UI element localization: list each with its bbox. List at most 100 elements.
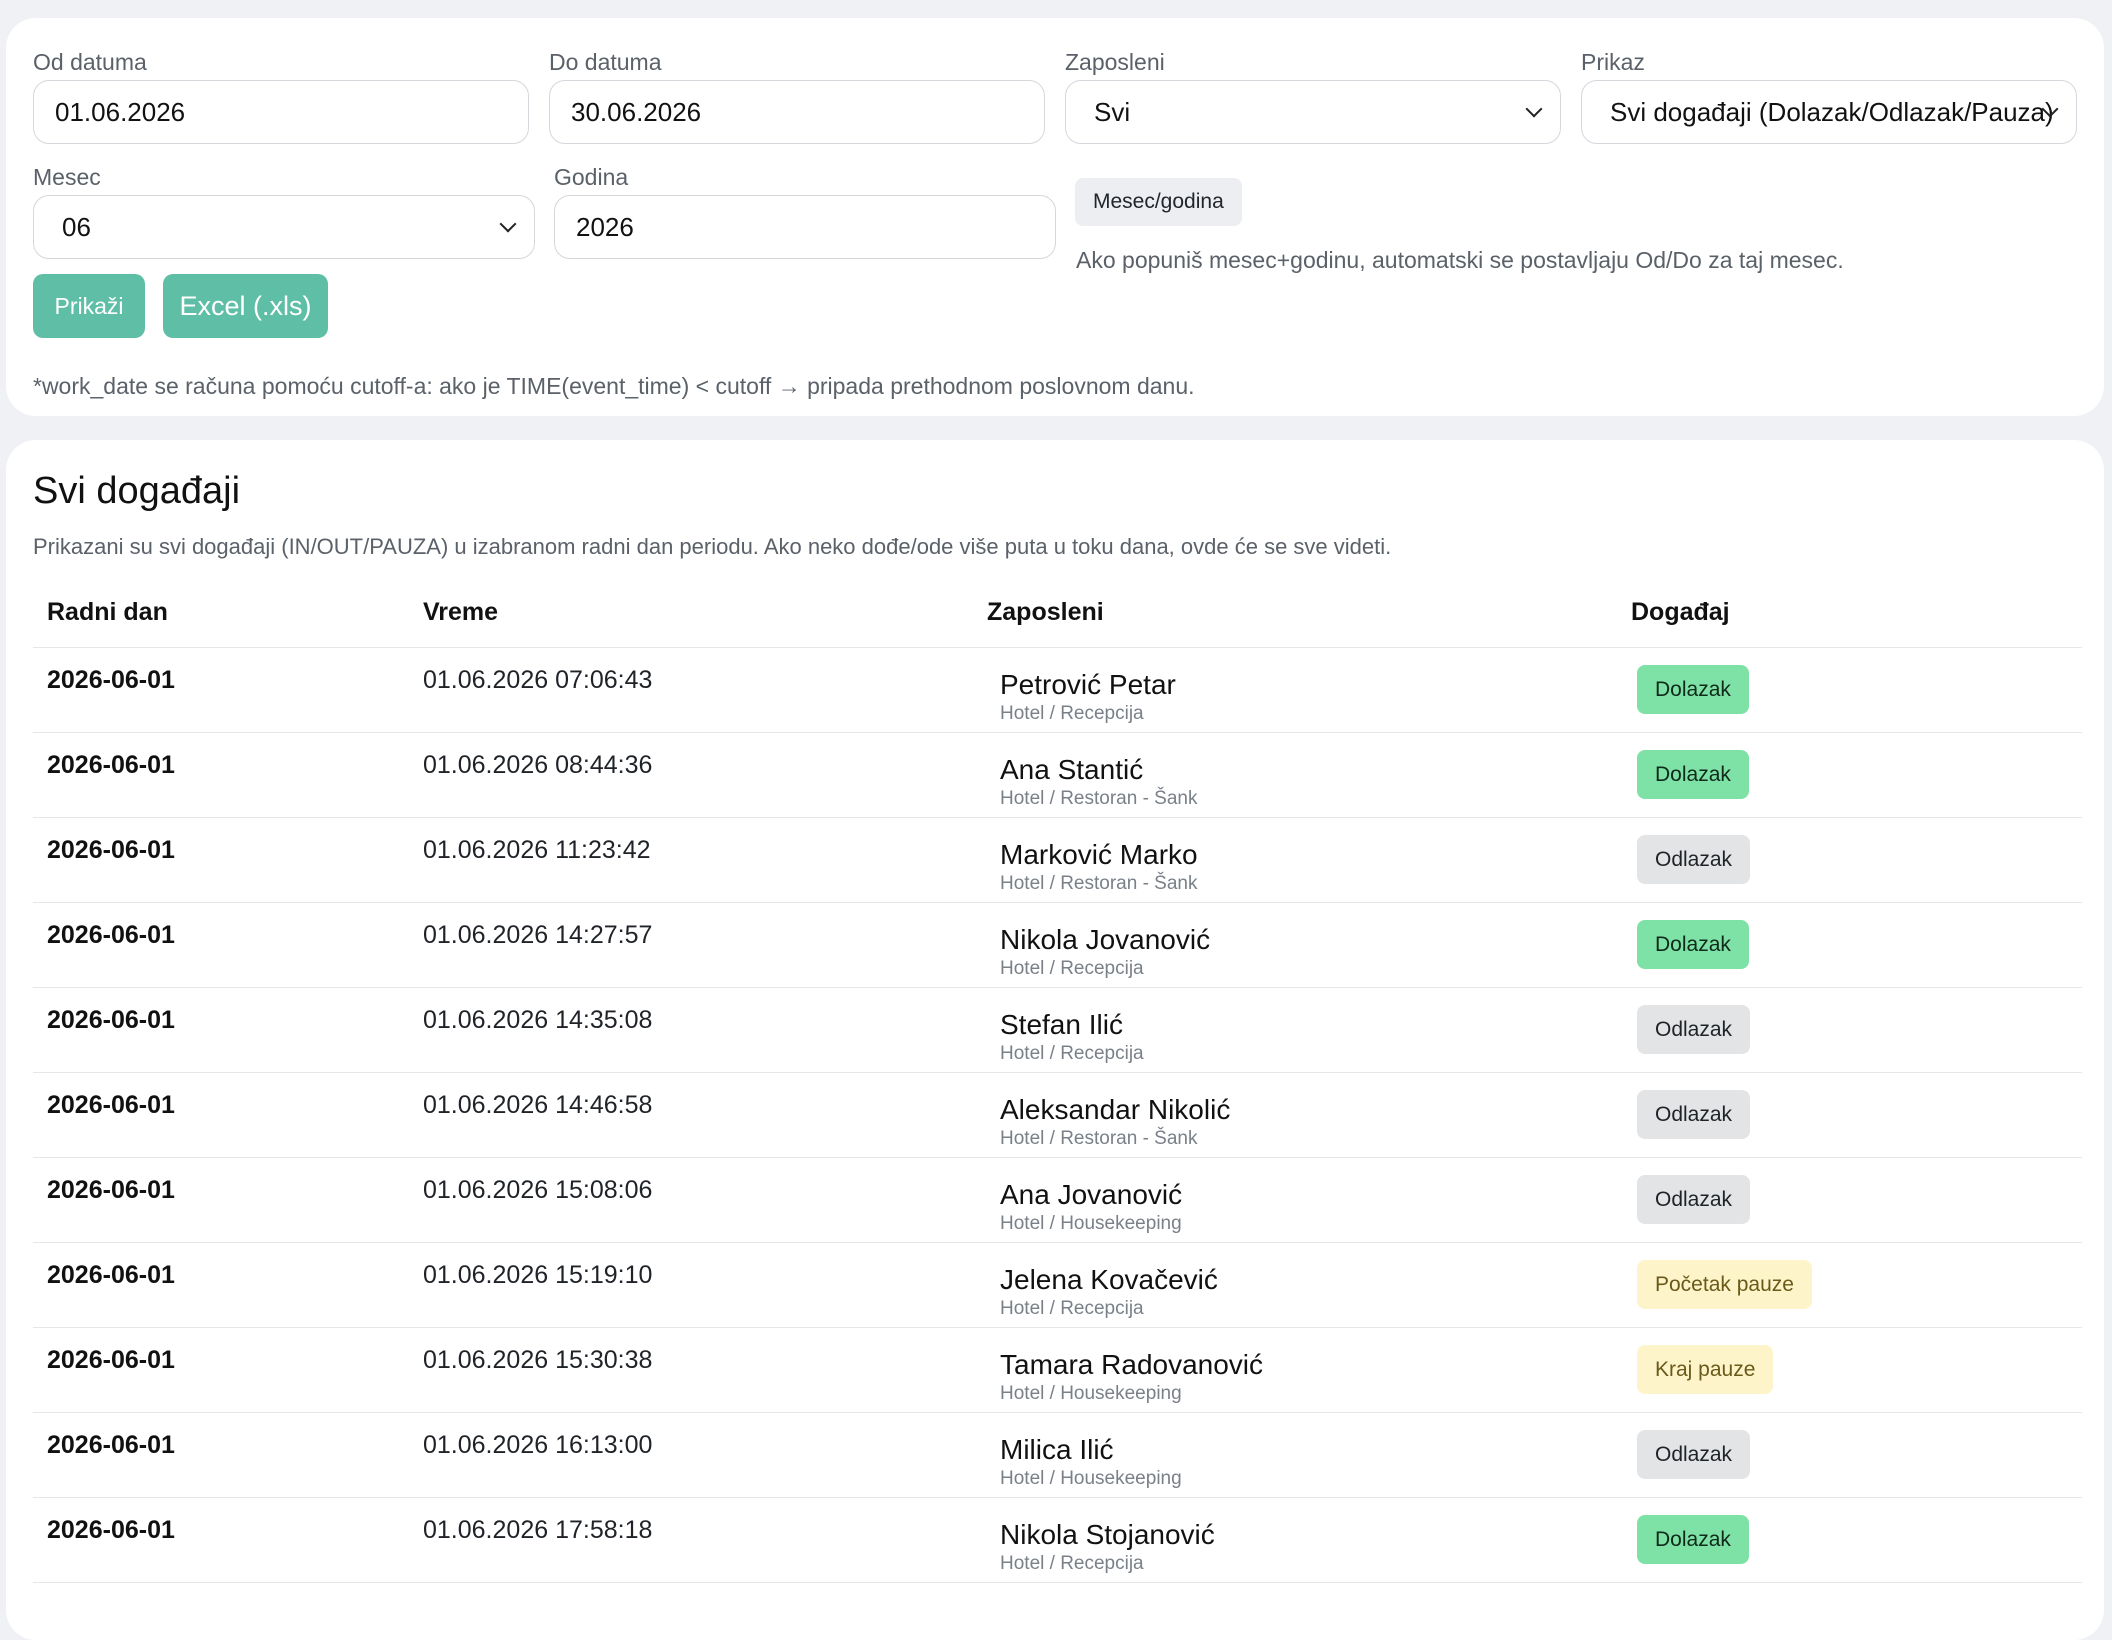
cutoff-note: *work_date se računa pomoću cutoff-a: ak… [33,373,1195,399]
column-header-radni-dan: Radni dan [47,598,168,626]
zaposleni-select[interactable]: Svi [1065,80,1561,144]
table-row: 2026-06-01 01.06.2026 11:23:42 Marković Ma… [33,818,2082,903]
employee-department: Hotel / Recepcija [1000,1298,1144,1319]
prikaz-select-value: Svi događaji (Dolazak/Odlazak/Pauza) [1610,96,2054,127]
vreme-cell: 01.06.2026 15:30:38 [423,1346,653,1374]
do-datuma-input[interactable]: 30.06.2026 [549,80,1045,144]
vreme-cell: 01.06.2026 16:13:00 [423,1431,653,1459]
employee-name: Marković Marko [1000,839,1198,870]
radni-dan-cell: 2026-06-01 [47,1261,175,1289]
employee-department: Hotel / Recepcija [1000,1553,1144,1574]
mesec-select-value: 06 [62,211,91,242]
table-row: 2026-06-01 01.06.2026 15:30:38 Tamara Rado… [33,1328,2082,1413]
event-badge: Dolazak [1637,665,1749,714]
radni-dan-cell: 2026-06-01 [47,1176,175,1204]
excel-export-button[interactable]: Excel (.xls) [163,274,328,338]
prikaz-field: Prikaz Svi događaji (Dolazak/Odlazak/Pau… [1581,48,2077,146]
event-badge: Dolazak [1637,920,1749,969]
employee-department: Hotel / Housekeeping [1000,1383,1182,1404]
section-description: Prikazani su svi događaji (IN/OUT/PAUZA)… [33,534,1392,559]
radni-dan-cell: 2026-06-01 [47,1346,175,1374]
vreme-cell: 01.06.2026 14:35:08 [423,1006,653,1034]
godina-label: Godina [554,164,629,190]
mesec-godina-button[interactable]: Mesec/godina [1075,178,1242,226]
table-row: 2026-06-01 01.06.2026 15:19:10 Jelena Kova… [33,1243,2082,1328]
employee-name: Aleksandar Nikolić [1000,1094,1231,1125]
radni-dan-cell: 2026-06-01 [47,836,175,864]
employee-department: Hotel / Housekeeping [1000,1468,1182,1489]
employee-name: Nikola Stojanović [1000,1519,1215,1550]
employee-department: Hotel / Recepcija [1000,1043,1144,1064]
employee-department: Hotel / Recepcija [1000,703,1144,724]
zaposleni-label: Zaposleni [1065,49,1165,75]
vreme-cell: 01.06.2026 11:23:42 [423,836,651,864]
event-badge: Odlazak [1637,835,1751,884]
radni-dan-cell: 2026-06-01 [47,921,175,949]
vreme-cell: 01.06.2026 15:19:10 [423,1261,653,1289]
event-badge: Početak pauze [1637,1260,1812,1309]
employee-name: Milica Ilić [1000,1434,1114,1465]
zaposleni-select-value: Svi [1094,96,1131,127]
chevron-down-icon [1525,100,1543,118]
godina-input[interactable]: 2026 [554,195,1056,259]
employee-department: Hotel / Restoran - Šank [1000,873,1198,894]
employee-name: Stefan Ilić [1000,1009,1123,1040]
employee-name: Ana Jovanović [1000,1179,1183,1210]
employee-department: Hotel / Restoran - Šank [1000,788,1198,809]
table-row: 2026-06-01 01.06.2026 14:35:08 Stefan Ilić… [33,988,2082,1073]
event-badge: Kraj pauze [1637,1345,1774,1394]
table-row: 2026-06-01 01.06.2026 08:44:36 Ana Stantić… [33,733,2082,818]
vreme-cell: 01.06.2026 07:06:43 [423,666,653,694]
employee-name: Nikola Jovanović [1000,924,1211,955]
mesec-field: Mesec 06 [33,163,535,261]
employee-department: Hotel / Housekeeping [1000,1213,1182,1234]
event-badge: Odlazak [1637,1005,1751,1054]
od-datuma-label: Od datuma [33,49,147,75]
radni-dan-cell: 2026-06-01 [47,666,175,694]
zaposleni-field: Zaposleni Svi [1065,48,1561,146]
do-datuma-field: Do datuma 30.06.2026 [549,48,1045,146]
prikazi-button[interactable]: Prikaži [33,274,145,338]
employee-department: Hotel / Restoran - Šank [1000,1128,1198,1149]
mesec-select[interactable]: 06 [33,195,535,259]
event-badge: Odlazak [1637,1090,1751,1139]
table-row: 2026-06-01 01.06.2026 14:27:57 Nikola Jova… [33,903,2082,988]
event-badge: Odlazak [1637,1430,1751,1479]
radni-dan-cell: 2026-06-01 [47,1006,175,1034]
mesec-godina-hint: Ako popuniš mesec+godinu, automatski se … [1076,247,1844,273]
employee-name: Tamara Radovanović [1000,1349,1264,1380]
vreme-cell: 01.06.2026 15:08:06 [423,1176,653,1204]
column-header-vreme: Vreme [423,598,499,626]
employee-name: Ana Stantić [1000,754,1144,785]
prikaz-label: Prikaz [1581,49,1645,75]
vreme-cell: 01.06.2026 14:27:57 [423,921,653,949]
vreme-cell: 01.06.2026 08:44:36 [423,751,653,779]
radni-dan-cell: 2026-06-01 [47,1091,175,1119]
prikaz-select[interactable]: Svi događaji (Dolazak/Odlazak/Pauza) [1581,80,2077,144]
radni-dan-cell: 2026-06-01 [47,1431,175,1459]
vreme-cell: 01.06.2026 14:46:58 [423,1091,653,1119]
filter-panel: Od datuma 01.06.2026 Do datuma 30.06.202… [6,18,2104,416]
column-header-zaposleni: Zaposleni [987,598,1104,626]
od-datuma-field: Od datuma 01.06.2026 [33,48,529,146]
radni-dan-cell: 2026-06-01 [47,751,175,779]
event-badge: Dolazak [1637,750,1749,799]
radni-dan-cell: 2026-06-01 [47,1516,175,1544]
event-badge: Odlazak [1637,1175,1751,1224]
table-row: 2026-06-01 01.06.2026 17:58:18 Nikola Stoj… [33,1498,2082,1583]
table-row: 2026-06-01 01.06.2026 07:06:43 Petrović Pe… [33,648,2082,733]
event-badge: Dolazak [1637,1515,1749,1564]
employee-name: Petrović Petar [1000,669,1176,700]
section-title: Svi događaji [33,470,241,512]
table-row: 2026-06-01 01.06.2026 15:08:06 Ana Jovanov… [33,1158,2082,1243]
employee-name: Jelena Kovačević [1000,1264,1218,1295]
table-row: 2026-06-01 01.06.2026 14:46:58 Aleksandar … [33,1073,2082,1158]
table-row: 2026-06-01 01.06.2026 16:13:00 Milica Ilić… [33,1413,2082,1498]
employee-department: Hotel / Recepcija [1000,958,1144,979]
godina-field: Godina 2026 [554,163,1056,261]
vreme-cell: 01.06.2026 17:58:18 [423,1516,653,1544]
od-datuma-input[interactable]: 01.06.2026 [33,80,529,144]
column-header-dogadjaj: Događaj [1631,598,1730,626]
events-panel: Svi događaji Prikazani su svi događaji (… [6,440,2104,1640]
mesec-label: Mesec [33,164,101,190]
